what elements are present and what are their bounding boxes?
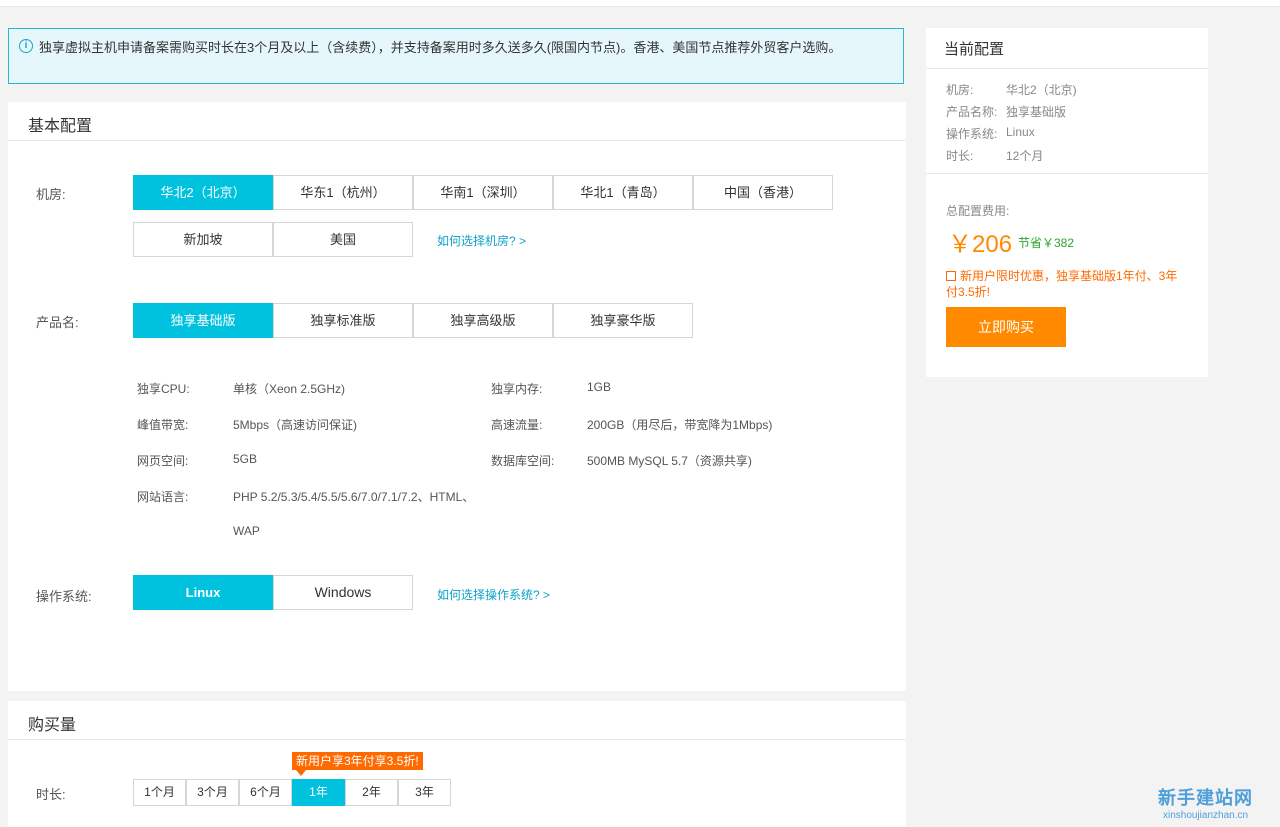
watermark-sub: xinshoujianzhan.cn [1162,810,1249,821]
summary-value: 独享基础版 [1006,105,1067,119]
product-option[interactable]: 独享标准版 [273,303,413,338]
summary-value: 华北2（北京) [1006,83,1077,97]
duration-option[interactable]: 3年 [398,779,451,806]
spec-value: 500MB MySQL 5.7（资源共享) [587,454,752,468]
room-option[interactable]: 华东1（杭州） [273,175,413,210]
promo-text: 新用户限时优惠，独享基础版1年付、3年付3.5折! [946,269,1178,299]
total-price: ￥206 [948,231,1013,258]
saving-amount: 节省￥382 [1018,236,1075,250]
info-icon: i [19,39,33,53]
os-option[interactable]: Linux [133,575,273,610]
duration-option[interactable]: 1年 [292,779,345,806]
spec-label: 独享内存: [491,382,543,396]
panel-divider [8,140,906,141]
room-label: 机房: [36,187,66,202]
room-option[interactable]: 华北1（青岛） [553,175,693,210]
room-option[interactable]: 新加坡 [133,222,273,257]
spec-value: 1GB [587,380,612,394]
top-bar [0,0,1280,7]
panel-divider [926,173,1208,174]
spec-value: 单核（Xeon 2.5GHz) [233,382,346,396]
room-help-link[interactable]: 如何选择机房? > [437,232,526,249]
duration-option[interactable]: 1个月 [133,779,186,806]
room-option[interactable]: 华南1（深圳） [413,175,553,210]
spec-label: 网站语言: [137,490,189,504]
basic-config-title: 基本配置 [28,118,93,135]
duration-option[interactable]: 2年 [345,779,398,806]
product-label: 产品名: [36,315,79,330]
summary-panel: 当前配置 机房: 华北2（北京) 产品名称: 独享基础版 操作系统: Linux… [926,28,1208,377]
duration-label: 时长: [36,787,66,802]
spec-value: 5Mbps（高速访问保证) [233,418,358,432]
spec-value: WAP [233,524,260,538]
spec-value: PHP 5.2/5.3/5.4/5.5/5.6/7.0/7.1/7.2、HTML… [233,490,475,504]
panel-divider [8,739,906,740]
spec-label: 网页空间: [137,454,189,468]
watermark-logo: 新手建站网 xinshoujianzhan.cn [1158,784,1253,821]
summary-key: 产品名称: [946,105,998,119]
room-option[interactable]: 美国 [273,222,413,257]
duration-promo-tip: 新用户享3年付享3.5折! [292,752,423,770]
room-option[interactable]: 中国（香港） [693,175,833,210]
duration-option[interactable]: 3个月 [186,779,239,806]
spec-label: 峰值带宽: [137,418,189,432]
tip-arrow [296,770,306,776]
os-help-link[interactable]: 如何选择操作系统? > [437,586,550,603]
purchase-panel: 购买量 [8,701,906,827]
watermark-main: 新手建站网 [1158,788,1253,808]
product-option[interactable]: 独享基础版 [133,303,273,338]
product-option[interactable]: 独享高级版 [413,303,553,338]
notice-banner: i 独享虚拟主机申请备案需购买时长在3个月及以上（含续费），并支持备案用时多久送… [8,28,904,84]
os-option[interactable]: Windows [273,575,413,610]
panel-divider [926,68,1208,69]
summary-value: 12个月 [1006,149,1044,163]
gift-icon [946,271,956,281]
notice-text: 独享虚拟主机申请备案需购买时长在3个月及以上（含续费），并支持备案用时多久送多久… [39,40,842,55]
duration-option[interactable]: 6个月 [239,779,292,806]
summary-key: 机房: [946,83,974,97]
os-label: 操作系统: [36,589,92,604]
spec-value: 5GB [233,452,258,466]
summary-key: 操作系统: [946,127,998,141]
summary-title: 当前配置 [944,41,1005,58]
spec-value: 200GB（用尽后，带宽降为1Mbps) [587,418,773,432]
total-label: 总配置费用: [946,204,1010,218]
summary-value: Linux [1006,125,1035,139]
promo-note: 新用户限时优惠，独享基础版1年付、3年付3.5折! [946,268,1186,300]
purchase-title: 购买量 [28,717,77,734]
buy-now-button[interactable]: 立即购买 [946,307,1066,347]
spec-label: 独享CPU: [137,382,190,396]
summary-key: 时长: [946,149,974,163]
product-option[interactable]: 独享豪华版 [553,303,693,338]
spec-label: 高速流量: [491,418,543,432]
room-option[interactable]: 华北2（北京） [133,175,273,210]
spec-label: 数据库空间: [491,454,555,468]
